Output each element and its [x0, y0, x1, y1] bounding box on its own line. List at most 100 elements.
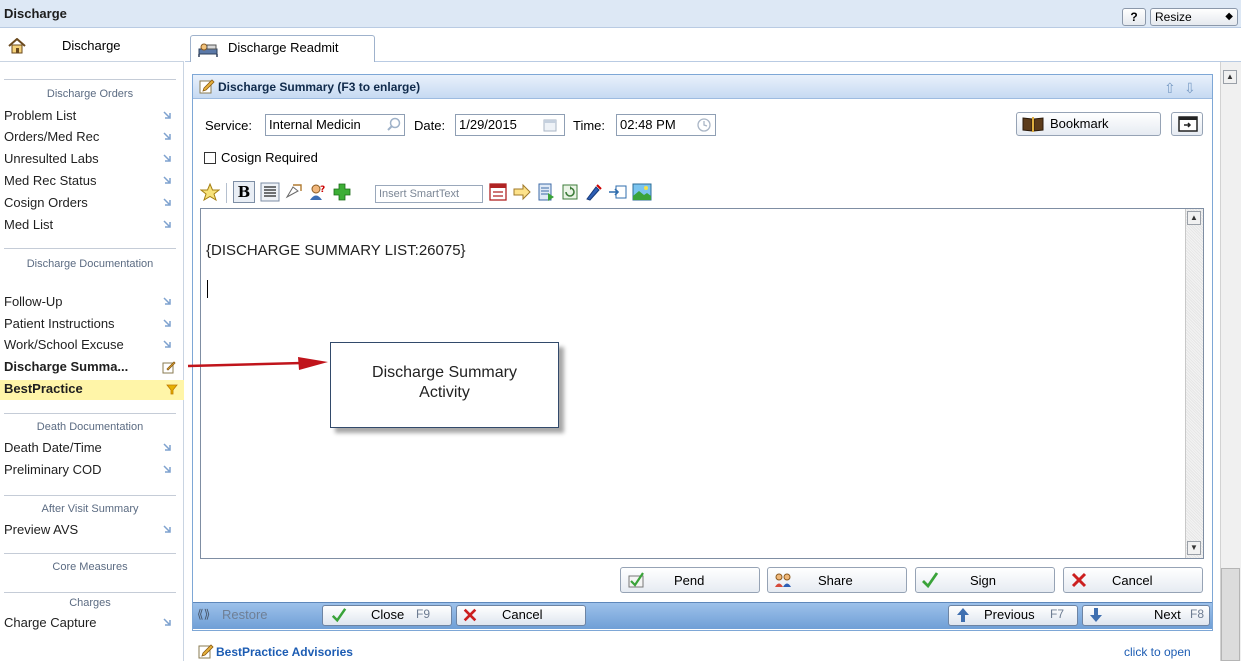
jump-arrow-icon — [163, 198, 171, 206]
add-icon[interactable] — [332, 182, 352, 202]
sidebar-item-label: Orders/Med Rec — [4, 129, 100, 144]
sidebar-item-death-date-time[interactable]: Death Date/Time — [4, 439, 180, 459]
edit-note-icon — [199, 79, 215, 94]
sidebar-item-med-list[interactable]: Med List — [4, 216, 180, 236]
sidebar-item-unresulted-labs[interactable]: Unresulted Labs — [4, 150, 180, 170]
jump-arrow-icon — [163, 154, 171, 162]
editor-scrollbar[interactable] — [1185, 209, 1203, 558]
expand-button[interactable] — [1171, 112, 1203, 136]
sidebar-item-label: BestPractice — [4, 381, 83, 396]
help-person-icon[interactable]: ? — [308, 182, 328, 202]
page-scroll-thumb[interactable] — [1221, 568, 1240, 661]
scroll-down-icon[interactable]: ▼ — [1187, 541, 1201, 555]
arrow-up-icon — [957, 608, 969, 622]
book-icon — [1022, 117, 1044, 132]
click-to-open-link[interactable]: click to open — [1124, 645, 1191, 659]
pend-label: Pend — [674, 573, 705, 588]
sidebar-item-label: Med Rec Status — [4, 173, 97, 188]
restore-button[interactable]: Restore — [222, 607, 268, 622]
clock-icon[interactable] — [696, 117, 712, 133]
calendar-icon[interactable] — [542, 117, 558, 133]
jump-arrow-icon — [163, 132, 171, 140]
sidebar-item-label: Preview AVS — [4, 522, 79, 537]
editor-text: {DISCHARGE SUMMARY LIST:26075} — [206, 242, 466, 259]
favorite-star-icon[interactable] — [200, 182, 220, 202]
sidebar-item-label: Problem List — [4, 108, 77, 123]
section-heading-after-visit-summary: After Visit Summary — [41, 503, 139, 515]
sidebar-item-patient-instructions[interactable]: Patient Instructions — [4, 315, 180, 335]
cosign-required-checkbox[interactable] — [204, 152, 216, 164]
pend-icon — [628, 572, 644, 588]
sign-check-icon — [922, 572, 939, 589]
align-icon[interactable] — [260, 182, 280, 202]
sidebar-item-label: Discharge Summa... — [4, 359, 129, 374]
move-up-icon[interactable]: ⇧ — [1164, 80, 1176, 97]
close-check-icon — [331, 608, 347, 623]
jump-arrow-icon — [163, 618, 171, 626]
help-button[interactable]: ? — [1122, 8, 1146, 26]
text-caret — [207, 280, 208, 298]
date-label: Date: — [414, 118, 446, 133]
edit-note-icon — [162, 361, 176, 374]
date-value: 1/29/2015 — [459, 117, 517, 132]
bold-button[interactable]: B — [233, 181, 255, 203]
undo-format-icon[interactable] — [284, 182, 304, 202]
jump-arrow-icon — [163, 111, 171, 119]
jump-arrow-icon — [163, 443, 171, 451]
smartlist-icon[interactable] — [488, 182, 508, 202]
move-down-icon[interactable]: ⇩ — [1184, 80, 1196, 97]
sidebar-item-work-school-excuse[interactable]: Work/School Excuse — [4, 336, 180, 356]
service-label: Service: — [205, 118, 252, 133]
share-label: Share — [818, 573, 853, 588]
sidebar-item-med-rec-status[interactable]: Med Rec Status — [4, 172, 180, 192]
previous-shortcut: F7 — [1050, 607, 1065, 621]
section-divider — [4, 79, 176, 80]
service-value: Internal Medicin — [269, 117, 361, 132]
section-divider — [4, 553, 176, 554]
next-label: Next — [1154, 607, 1181, 622]
callout-line-1: Discharge Summary — [372, 364, 517, 381]
sidebar-item-preliminary-cod[interactable]: Preliminary COD — [4, 461, 180, 481]
sidebar-item-label: Work/School Excuse — [4, 337, 124, 352]
toolbar-divider — [226, 183, 227, 203]
section-divider — [4, 495, 176, 496]
callout-line-2: Activity — [419, 384, 470, 401]
next-shortcut: F8 — [1190, 607, 1205, 621]
expand-window-icon — [1178, 116, 1198, 132]
resize-button[interactable]: Resize ◆ — [1150, 8, 1238, 26]
jump-arrow-icon — [163, 297, 171, 305]
funnel-icon — [166, 384, 178, 395]
jump-arrow-icon — [163, 465, 171, 473]
sidebar-item-label: Unresulted Labs — [4, 151, 99, 166]
edit-note-icon — [198, 644, 214, 659]
sidebar-item-bestpractice[interactable]: BestPractice — [0, 380, 184, 400]
resize-label: Resize — [1155, 10, 1192, 24]
page-scroll-up-icon[interactable]: ▲ — [1223, 70, 1237, 84]
sidebar-item-preview-avs[interactable]: Preview AVS — [4, 521, 180, 541]
import-icon[interactable] — [608, 182, 628, 202]
bestpractice-advisories-title[interactable]: BestPractice Advisories — [216, 645, 353, 659]
time-value: 02:48 PM — [620, 117, 676, 132]
sidebar-item-label: Cosign Orders — [4, 195, 88, 210]
document-list-icon[interactable] — [536, 182, 556, 202]
search-icon[interactable] — [386, 117, 402, 133]
sidebar-item-orders-med-rec[interactable]: Orders/Med Rec — [4, 128, 180, 148]
section-divider — [4, 592, 176, 593]
image-icon[interactable] — [632, 182, 652, 202]
sidebar-item-charge-capture[interactable]: Charge Capture — [4, 614, 180, 634]
refresh-document-icon[interactable] — [560, 182, 580, 202]
sidebar-item-discharge-summary[interactable]: Discharge Summa... — [4, 358, 180, 378]
service-field[interactable]: Internal Medicin — [265, 114, 405, 136]
sidebar-item-problem-list[interactable]: Problem List — [4, 107, 180, 127]
next-field-arrow-icon[interactable] — [512, 182, 532, 202]
signature-pen-icon[interactable] — [584, 182, 604, 202]
sidebar-item-cosign-orders[interactable]: Cosign Orders — [4, 194, 180, 214]
bottom-cancel-label: Cancel — [502, 607, 543, 622]
scroll-up-icon[interactable]: ▲ — [1187, 211, 1201, 225]
sidebar-item-label: Med List — [4, 217, 54, 232]
sidebar-item-label: Patient Instructions — [4, 316, 115, 331]
insert-smarttext-input[interactable]: Insert SmartText — [375, 185, 483, 203]
share-people-icon — [775, 573, 791, 587]
sidebar-item-follow-up[interactable]: Follow-Up — [4, 293, 180, 313]
close-label: Close — [371, 607, 405, 622]
